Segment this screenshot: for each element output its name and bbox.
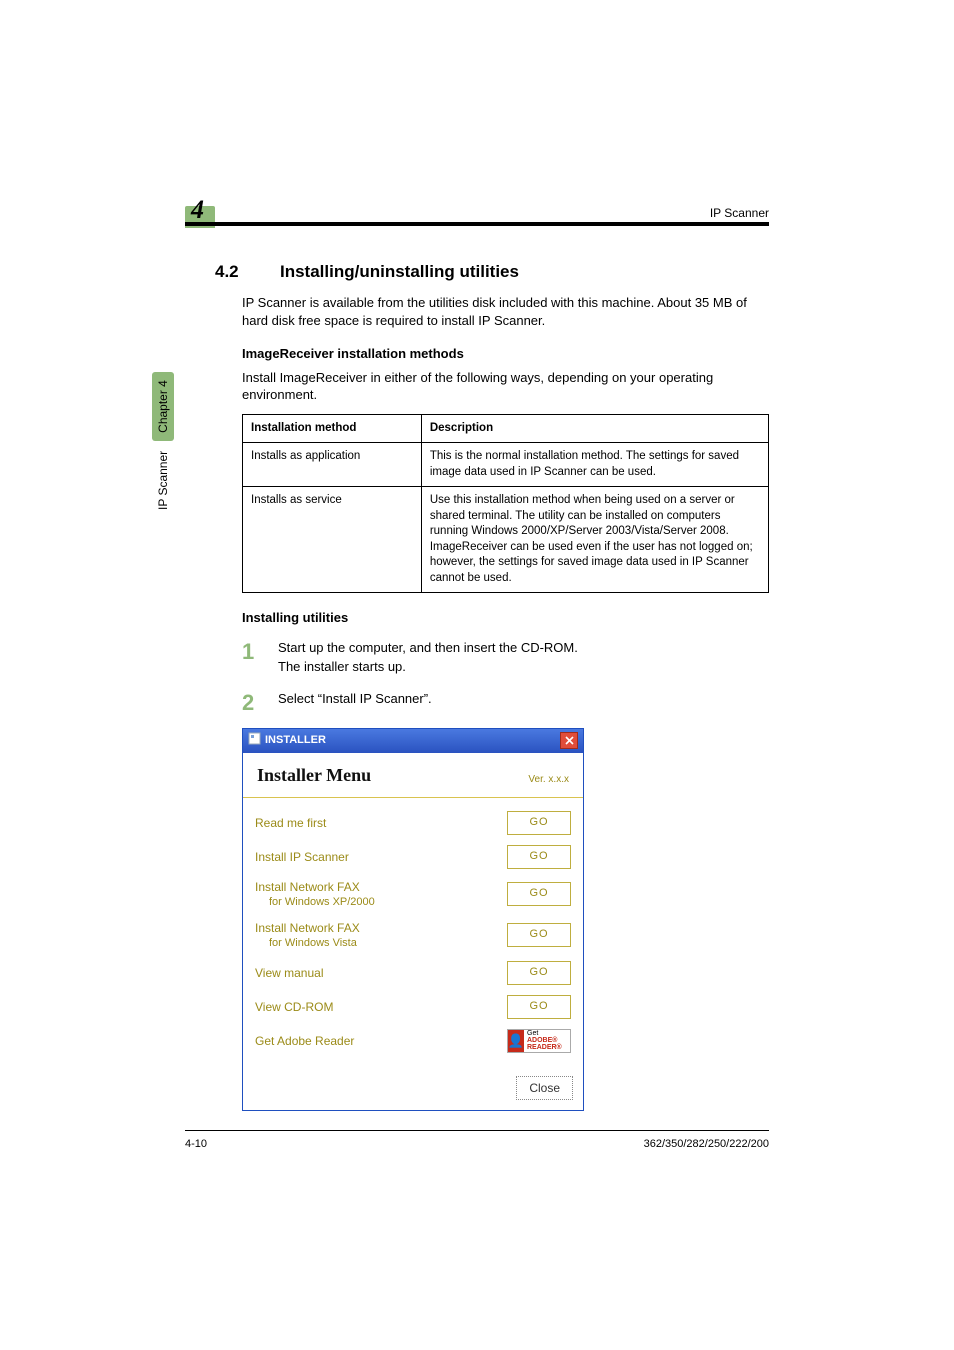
table-cell-method: Installs as service (243, 487, 422, 593)
header-rule (185, 222, 769, 226)
menu-label: Get Adobe Reader (255, 1033, 354, 1049)
installer-window: INSTALLER Installer Menu Ver. x.x.x Read… (242, 728, 584, 1111)
table-header-method: Installation method (243, 414, 422, 443)
side-tab: Chapter 4 IP Scanner (152, 372, 174, 510)
footer-rule (185, 1130, 769, 1131)
menu-label-sub: for Windows XP/2000 (255, 895, 375, 910)
step-2: 2 Select “Install IP Scanner”. (242, 688, 769, 718)
side-tab-chapter: Chapter 4 (152, 372, 174, 441)
install-methods-table: Installation method Description Installs… (242, 414, 769, 594)
running-title: IP Scanner (710, 206, 769, 220)
menu-label: View manual (255, 965, 323, 981)
menu-row-install-ipscanner: Install IP Scanner GO (255, 840, 571, 874)
go-button[interactable]: GO (507, 882, 571, 906)
adobe-reader-text: ADOBE® READER® (527, 1037, 562, 1051)
step-text-2: The installer starts up. (278, 658, 769, 676)
side-tab-label: IP Scanner (156, 451, 170, 510)
table-cell-method: Installs as application (243, 443, 422, 487)
get-adobe-reader-button[interactable]: 👤 Get ADOBE® READER® (507, 1029, 571, 1053)
menu-label-main: Install Network FAX (255, 921, 360, 935)
menu-label: Install Network FAX for Windows XP/2000 (255, 879, 375, 910)
menu-label: Install Network FAX for Windows Vista (255, 920, 360, 951)
section-number: 4.2 (215, 262, 239, 282)
window-title-text: INSTALLER (265, 733, 326, 748)
table-cell-desc: This is the normal installation method. … (421, 443, 768, 487)
menu-label: View CD-ROM (255, 999, 333, 1015)
step-1: 1 Start up the computer, and then insert… (242, 637, 769, 678)
chapter-number: 4 (191, 195, 204, 225)
section-title: Installing/uninstalling utilities (280, 262, 519, 282)
subheading-installing: Installing utilities (242, 609, 769, 627)
menu-label: Install IP Scanner (255, 849, 349, 865)
go-button[interactable]: GO (507, 923, 571, 947)
menu-row-view-manual: View manual GO (255, 956, 571, 990)
table-row: Installs as service Use this installatio… (243, 487, 769, 593)
go-button[interactable]: GO (507, 995, 571, 1019)
step-body: Start up the computer, and then insert t… (278, 637, 769, 678)
table-cell-desc: Use this installation method when being … (421, 487, 768, 593)
menu-label-sub: for Windows Vista (255, 936, 360, 951)
menu-row-netfax-xp: Install Network FAX for Windows XP/2000 … (255, 874, 571, 915)
window-titlebar: INSTALLER (243, 729, 583, 753)
adobe-icon: 👤 (508, 1030, 524, 1052)
body-column: IP Scanner is available from the utiliti… (242, 288, 769, 1111)
menu-row-adobe-reader: Get Adobe Reader 👤 Get ADOBE® READER® (255, 1024, 571, 1058)
menu-row-netfax-vista: Install Network FAX for Windows Vista GO (255, 915, 571, 956)
close-icon (565, 736, 574, 745)
installer-menu-header: Installer Menu Ver. x.x.x (243, 753, 583, 798)
menu-label: Read me first (255, 815, 326, 831)
model-numbers: 362/350/282/250/222/200 (644, 1138, 769, 1150)
page-number: 4-10 (185, 1138, 207, 1150)
step-body: Select “Install IP Scanner”. (278, 688, 769, 718)
table-header-desc: Description (421, 414, 768, 443)
installer-app-icon (248, 732, 261, 750)
subsection-desc: Install ImageReceiver in either of the f… (242, 369, 769, 404)
installer-menu-title: Installer Menu (257, 763, 371, 787)
menu-label-main: Install Network FAX (255, 880, 360, 894)
go-button[interactable]: GO (507, 961, 571, 985)
installer-close-button[interactable]: Close (516, 1076, 573, 1100)
menu-row-view-cdrom: View CD-ROM GO (255, 990, 571, 1024)
step-text: Select “Install IP Scanner”. (278, 690, 769, 708)
table-row: Installs as application This is the norm… (243, 443, 769, 487)
installer-footer: Close (243, 1070, 583, 1110)
window-close-button[interactable] (560, 732, 578, 749)
go-button[interactable]: GO (507, 811, 571, 835)
menu-row-readme: Read me first GO (255, 806, 571, 840)
go-button[interactable]: GO (507, 845, 571, 869)
step-number: 1 (242, 637, 278, 678)
subheading-imagereceiver: ImageReceiver installation methods (242, 345, 769, 363)
step-text: Start up the computer, and then insert t… (278, 639, 769, 657)
section-intro: IP Scanner is available from the utiliti… (242, 294, 769, 329)
step-number: 2 (242, 688, 278, 718)
installer-version: Ver. x.x.x (528, 773, 569, 787)
installer-menu-body: Read me first GO Install IP Scanner GO I… (243, 798, 583, 1070)
adobe-button-text: Get ADOBE® READER® (524, 1030, 570, 1051)
